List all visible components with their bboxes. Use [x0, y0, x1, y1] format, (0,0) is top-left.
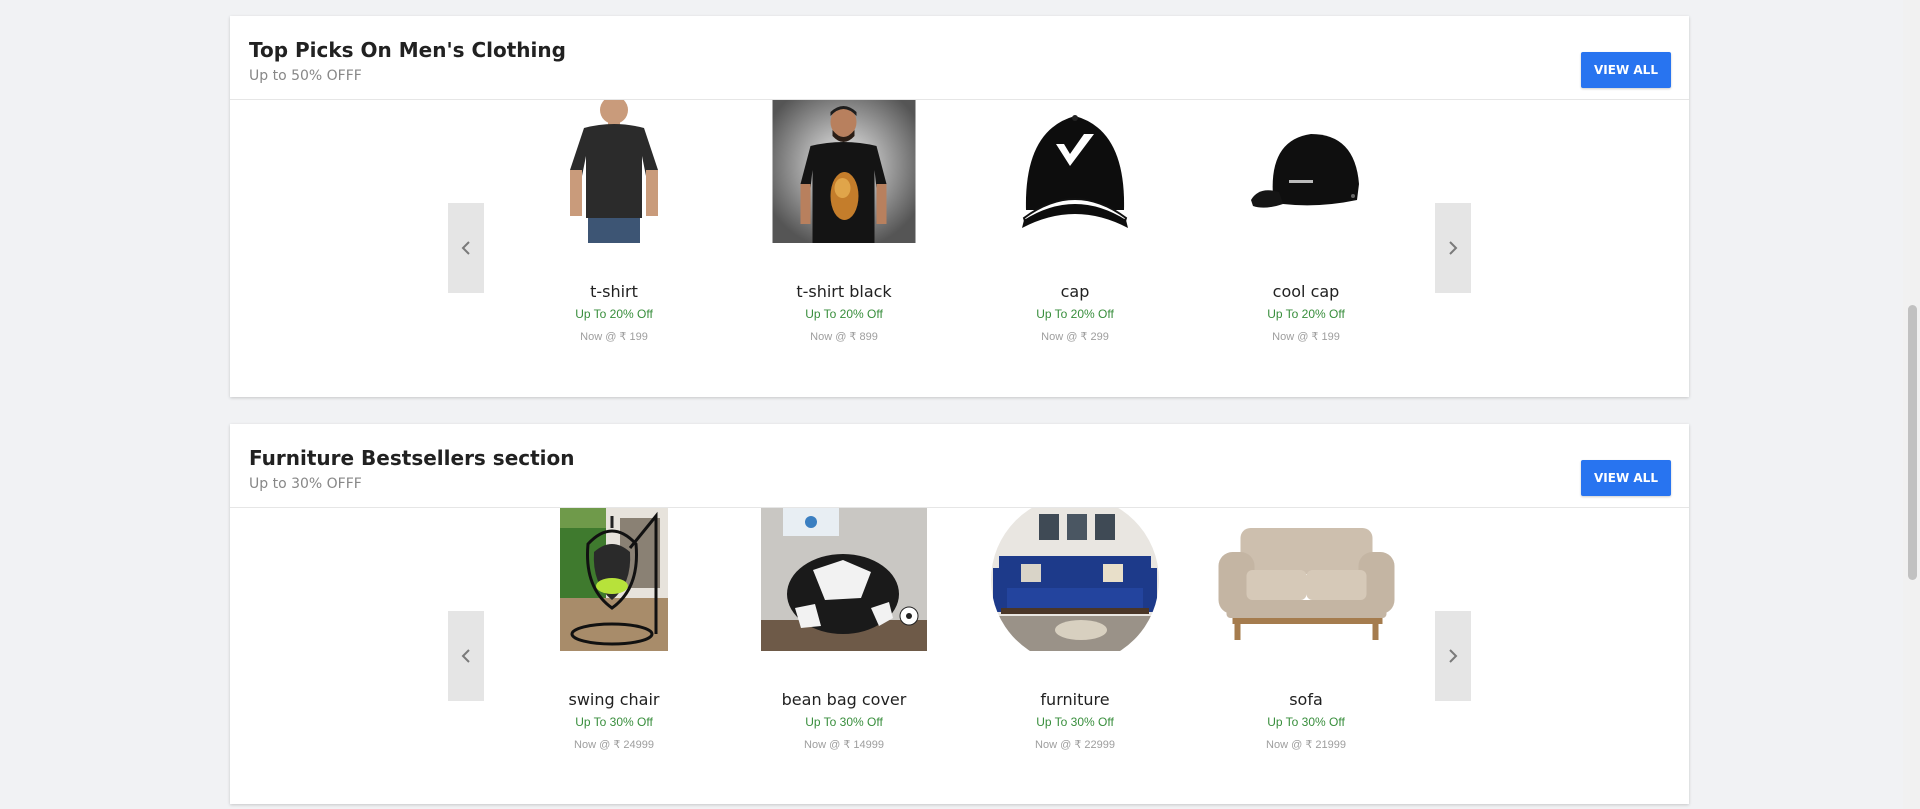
product-card[interactable]: sofa Up To 30% Off Now @ ₹ 21999 [1201, 508, 1411, 751]
product-price: Now @ ₹ 21999 [1266, 739, 1346, 751]
product-image[interactable] [1210, 508, 1402, 651]
product-card[interactable]: t-shirt black Up To 20% Off Now @ ₹ 899 [739, 100, 949, 343]
product-name[interactable]: cap [970, 282, 1180, 301]
product-image[interactable] [761, 508, 927, 651]
carousel-prev-button[interactable] [448, 611, 484, 701]
carousel-next-button[interactable] [1435, 203, 1471, 293]
product-offer: Up To 20% Off [1036, 307, 1114, 321]
product-name[interactable]: sofa [1201, 690, 1411, 709]
section-title: Furniture Bestsellers section [249, 446, 575, 470]
product-name[interactable]: cool cap [1201, 282, 1411, 301]
product-image[interactable] [1020, 100, 1130, 243]
product-card[interactable]: t-shirt Up To 20% Off Now @ ₹ 199 [509, 100, 719, 343]
product-card[interactable]: furniture Up To 30% Off Now @ ₹ 22999 [970, 508, 1180, 751]
product-image[interactable] [1249, 100, 1363, 243]
furniture-bestsellers-section: Furniture Bestsellers section Up to 30% … [230, 424, 1689, 804]
product-card[interactable]: swing chair Up To 30% Off Now @ ₹ 24999 [509, 508, 719, 751]
top-picks-section: Top Picks On Men's Clothing Up to 50% OF… [230, 16, 1689, 397]
section-title: Top Picks On Men's Clothing [249, 38, 566, 62]
product-offer: Up To 20% Off [805, 307, 883, 321]
product-price: Now @ ₹ 199 [1272, 331, 1340, 343]
section-subtitle: Up to 30% OFFF [249, 476, 362, 492]
product-offer: Up To 20% Off [1267, 307, 1345, 321]
carousel-prev-button[interactable] [448, 203, 484, 293]
chevron-right-icon [1449, 241, 1458, 255]
chevron-left-icon [461, 241, 470, 255]
scrollbar-thumb[interactable] [1908, 305, 1917, 580]
section-subtitle: Up to 50% OFFF [249, 68, 362, 84]
view-all-button[interactable]: VIEW ALL [1581, 460, 1671, 496]
product-price: Now @ ₹ 199 [580, 331, 648, 343]
product-name[interactable]: swing chair [509, 690, 719, 709]
product-offer: Up To 20% Off [575, 307, 653, 321]
chevron-right-icon [1449, 649, 1458, 663]
product-card[interactable]: cap Up To 20% Off Now @ ₹ 299 [970, 100, 1180, 343]
product-price: Now @ ₹ 899 [810, 331, 878, 343]
product-image[interactable] [772, 100, 916, 243]
product-image[interactable] [562, 100, 666, 243]
section-header: Furniture Bestsellers section Up to 30% … [230, 424, 1689, 508]
page-scrollbar[interactable] [1903, 0, 1920, 809]
product-image[interactable] [991, 508, 1159, 651]
product-price: Now @ ₹ 24999 [574, 739, 654, 751]
product-name[interactable]: furniture [970, 690, 1180, 709]
product-price: Now @ ₹ 299 [1041, 331, 1109, 343]
product-name[interactable]: bean bag cover [739, 690, 949, 709]
product-name[interactable]: t-shirt [509, 282, 719, 301]
product-offer: Up To 30% Off [1267, 715, 1345, 729]
section-header: Top Picks On Men's Clothing Up to 50% OF… [230, 16, 1689, 100]
view-all-button[interactable]: VIEW ALL [1581, 52, 1671, 88]
product-price: Now @ ₹ 14999 [804, 739, 884, 751]
product-image[interactable] [560, 508, 668, 651]
product-offer: Up To 30% Off [805, 715, 883, 729]
product-offer: Up To 30% Off [575, 715, 653, 729]
chevron-left-icon [461, 649, 470, 663]
product-price: Now @ ₹ 22999 [1035, 739, 1115, 751]
product-name[interactable]: t-shirt black [739, 282, 949, 301]
product-card[interactable]: cool cap Up To 20% Off Now @ ₹ 199 [1201, 100, 1411, 343]
product-card[interactable]: bean bag cover Up To 30% Off Now @ ₹ 149… [739, 508, 949, 751]
product-offer: Up To 30% Off [1036, 715, 1114, 729]
carousel-next-button[interactable] [1435, 611, 1471, 701]
